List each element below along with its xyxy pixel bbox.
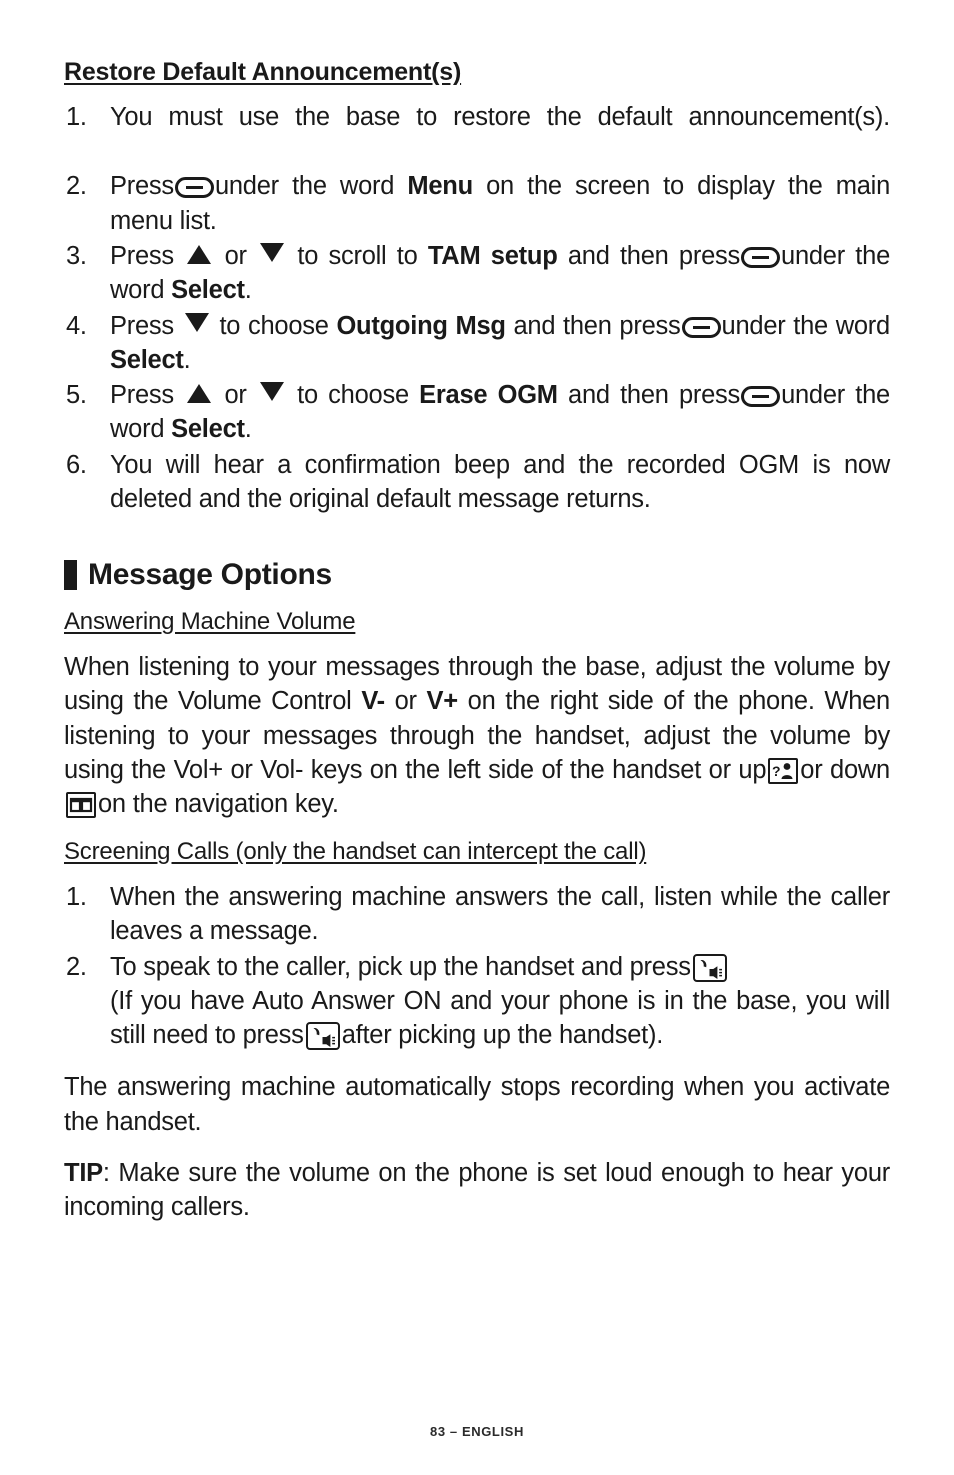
volume-up-label: V+: [426, 687, 459, 716]
softkey-icon: [741, 386, 781, 408]
list-item-number: 5.: [66, 381, 87, 410]
list-item-text: and then press: [557, 381, 741, 410]
select-label: Select: [171, 276, 245, 305]
list-item-text: .: [244, 276, 252, 305]
list-item-text: Press: [110, 311, 182, 340]
list-item-number: 2.: [66, 172, 87, 201]
list-item-text: You will hear a confirmation beep and th…: [110, 450, 890, 514]
list-item-text: Press: [110, 172, 174, 201]
list-item: 4. Press to choose Outgoing Msg and then…: [64, 309, 890, 378]
list-item-number: 1.: [66, 882, 87, 911]
list-item-text: Press: [110, 241, 185, 270]
list-item: 5. Press or to choose Erase OGM and then…: [64, 378, 890, 447]
paragraph-text: on the navigation key.: [98, 790, 339, 819]
list-item-number: 1.: [66, 102, 87, 131]
svg-text:?: ?: [772, 763, 780, 779]
outgoing-msg-label: Outgoing Msg: [336, 311, 506, 340]
talk-speakerphone-key-icon: [305, 1022, 340, 1051]
section-heading-text: Message Options: [88, 558, 332, 592]
list-item-text: Press: [110, 381, 185, 410]
list-item-number: 4.: [66, 311, 87, 340]
paragraph-tip: TIP: Make sure the volume on the phone i…: [64, 1156, 890, 1225]
heading-answering-machine-volume: Answering Machine Volume: [64, 608, 356, 636]
erase-ogm-label: Erase OGM: [419, 381, 558, 410]
list-item: 2. Press under the word Menu on the scree…: [64, 169, 890, 238]
triangle-down-icon: [184, 312, 209, 332]
paragraph-answering-machine-volume: When listening to your messages through …: [64, 650, 890, 821]
list-item-text: When the answering machine answers the c…: [110, 882, 890, 946]
list-item-text: under the word: [721, 311, 891, 340]
manual-page: Restore Default Announcement(s) 1. You m…: [0, 0, 954, 1475]
list-item-text: To speak to the caller, pick up the hand…: [110, 952, 691, 981]
screening-steps-list: 1. When the answering machine answers th…: [64, 880, 890, 1052]
select-label: Select: [171, 415, 245, 444]
list-item-text: You must use the base to restore the def…: [110, 102, 890, 131]
list-item: 6. You will hear a confirmation beep and…: [64, 448, 890, 517]
list-item-text: to scroll to: [287, 241, 428, 270]
section-heading-message-options: Message Options: [64, 558, 890, 591]
triangle-down-icon: [259, 382, 284, 402]
square-bullet-icon: [64, 559, 77, 590]
softkey-icon: [741, 246, 781, 268]
select-label: Select: [110, 345, 184, 374]
list-item-text: and then press: [557, 241, 741, 270]
list-item-text: to choose: [211, 311, 337, 340]
phonebook-key-icon: [66, 792, 96, 819]
tip-label: TIP: [64, 1159, 103, 1188]
list-item-number: 2.: [66, 952, 87, 981]
tam-setup-label: TAM setup: [427, 241, 558, 270]
talk-speakerphone-key-icon: [692, 953, 727, 982]
volume-down-label: V-: [361, 687, 385, 716]
list-item-text: .: [244, 415, 252, 444]
list-item: 3. Press or to scroll to TAM setup and t…: [64, 239, 890, 308]
triangle-up-icon: [187, 384, 212, 404]
list-item-text: under the word: [214, 172, 408, 201]
list-item-text: after picking up the handset).: [341, 1021, 664, 1050]
paragraph-text: or down: [800, 755, 890, 784]
page-footer: 83 – ENGLISH: [430, 1424, 524, 1439]
caller-id-key-icon: ?: [768, 757, 799, 784]
list-item-number: 3.: [66, 241, 87, 270]
triangle-up-icon: [187, 244, 212, 264]
menu-label: Menu: [407, 172, 473, 201]
heading-restore-default-announcements: Restore Default Announcement(s): [64, 58, 462, 86]
tip-text: : Make sure the volume on the phone is s…: [64, 1159, 890, 1222]
list-item-number: 6.: [66, 450, 87, 479]
list-item-text: and then press: [505, 311, 681, 340]
softkey-icon: [174, 177, 214, 199]
restore-steps-list: 1. You must use the base to restore the …: [64, 100, 890, 517]
list-item-text: or: [214, 381, 257, 410]
list-item-text: to choose: [286, 381, 420, 410]
softkey-icon: [681, 316, 721, 338]
page-content: Restore Default Announcement(s) 1. You m…: [64, 58, 890, 1242]
list-item: 2. To speak to the caller, pick up the h…: [64, 950, 890, 1053]
list-item: 1. When the answering machine answers th…: [64, 880, 890, 949]
heading-screening-calls: Screening Calls (only the handset can in…: [64, 838, 647, 866]
paragraph-text: or: [384, 687, 427, 716]
triangle-down-icon: [260, 242, 285, 262]
list-item-text: .: [183, 345, 191, 374]
paragraph-auto-stop-recording: The answering machine automatically stop…: [64, 1073, 890, 1136]
list-item-text: or: [214, 241, 258, 270]
list-item: 1. You must use the base to restore the …: [64, 100, 890, 169]
